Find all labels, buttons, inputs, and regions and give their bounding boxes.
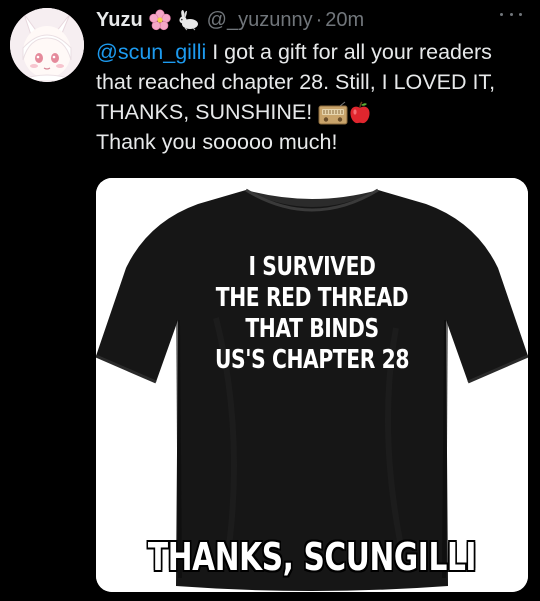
- shirt-slogan: I SURVIVED THE RED THREAD THAT BINDS US'…: [144, 252, 481, 376]
- tweet: Yuzu @_yuzunny · 20m @scun_gilli I got a…: [0, 0, 540, 601]
- rabbit-icon: [177, 9, 201, 31]
- tweet-image[interactable]: I SURVIVED THE RED THREAD THAT BINDS US'…: [96, 178, 528, 592]
- cherry-blossom-icon: [148, 9, 171, 31]
- mention-link[interactable]: @scun_gilli: [96, 40, 206, 64]
- tweet-text-closing: Thank you sooooo much!: [96, 130, 338, 154]
- image-caption: THANKS, SCUNGILLI: [147, 535, 477, 579]
- avatar-illustration: [10, 8, 84, 82]
- tshirt-graphic: [96, 178, 528, 592]
- tweet-header: Yuzu @_yuzunny · 20m: [96, 6, 364, 34]
- shirt-line: I SURVIVED: [248, 252, 376, 282]
- tweet-text: @scun_gilli I got a gift for all your re…: [96, 37, 532, 157]
- display-name[interactable]: Yuzu: [96, 9, 143, 32]
- avatar[interactable]: [10, 8, 84, 82]
- radio-icon: [318, 101, 348, 125]
- shirt-line: US'S CHAPTER 28: [214, 345, 410, 375]
- red-apple-icon: [348, 101, 372, 125]
- shirt-line: THE RED THREAD: [215, 283, 409, 313]
- timestamp[interactable]: 20m: [325, 9, 364, 32]
- user-handle[interactable]: @_yuzunny: [207, 9, 313, 32]
- separator-dot: ·: [315, 8, 323, 31]
- more-options-icon[interactable]: [500, 6, 522, 22]
- shirt-line: THAT BINDS: [245, 314, 379, 344]
